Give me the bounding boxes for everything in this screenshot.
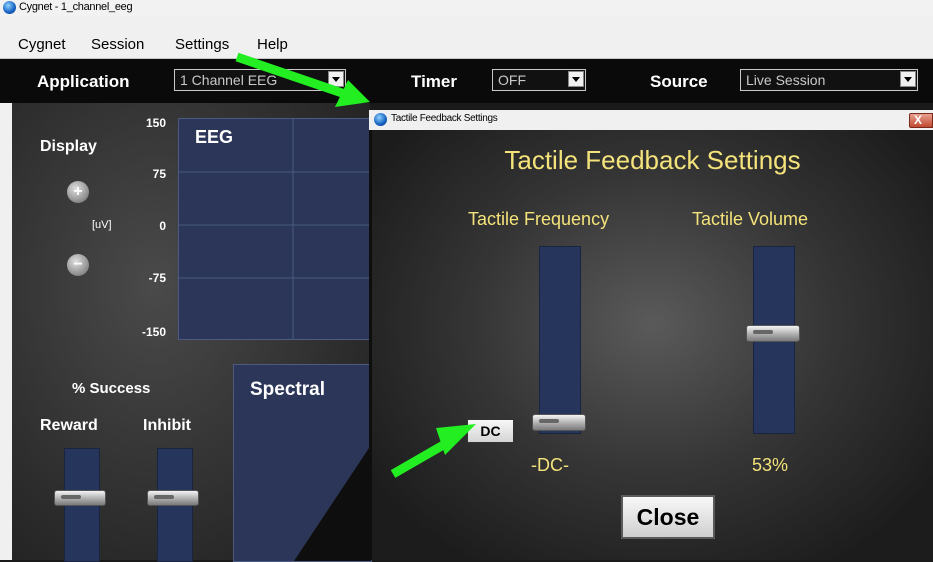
application-select-value: 1 Channel EEG bbox=[180, 72, 278, 88]
eeg-plot: EEG bbox=[178, 118, 372, 340]
window-title: Cygnet - 1_channel_eeg bbox=[19, 1, 133, 13]
volume-slider-thumb[interactable] bbox=[746, 325, 800, 343]
inhibit-label: Inhibit bbox=[143, 417, 191, 434]
dialog-close-icon[interactable]: X bbox=[909, 113, 933, 128]
menu-cygnet[interactable]: Cygnet bbox=[18, 36, 66, 53]
reward-label: Reward bbox=[40, 417, 98, 434]
inhibit-slider-thumb[interactable] bbox=[147, 490, 199, 506]
menu-session[interactable]: Session bbox=[91, 36, 144, 53]
source-select-value: Live Session bbox=[746, 72, 826, 88]
plus-icon: + bbox=[73, 183, 83, 200]
minus-icon: − bbox=[73, 256, 83, 273]
zoom-out-button[interactable]: − bbox=[67, 254, 89, 276]
window-left-edge bbox=[0, 103, 12, 560]
chevron-down-icon[interactable] bbox=[568, 71, 584, 87]
chevron-down-icon[interactable] bbox=[900, 71, 916, 87]
frequency-slider-track[interactable] bbox=[539, 246, 581, 434]
close-button[interactable]: Close bbox=[621, 495, 715, 539]
dialog-window-title: Tactile Feedback Settings bbox=[391, 113, 498, 124]
chevron-down-icon[interactable] bbox=[328, 71, 344, 87]
y-tick: 75 bbox=[152, 167, 166, 181]
application-select[interactable]: 1 Channel EEG bbox=[174, 69, 346, 91]
frequency-value: -DC- bbox=[531, 455, 569, 475]
dc-button[interactable]: DC bbox=[467, 419, 514, 443]
timer-label: Timer bbox=[411, 72, 457, 91]
toolbar: Application 1 Channel EEG Timer OFF Sour… bbox=[0, 59, 933, 103]
spectral-title: Spectral bbox=[250, 379, 325, 400]
window-title-bar: Cygnet - 1_channel_eeg bbox=[0, 0, 933, 16]
menu-bar: Cygnet Session Settings Help bbox=[0, 16, 933, 59]
y-tick: -75 bbox=[148, 271, 166, 285]
eeg-grid bbox=[179, 119, 371, 339]
application-label: Application bbox=[37, 72, 130, 91]
frequency-label: Tactile Frequency bbox=[468, 209, 610, 229]
timer-select[interactable]: OFF bbox=[492, 69, 586, 91]
app-globe-icon bbox=[3, 1, 16, 14]
reward-slider-thumb[interactable] bbox=[54, 490, 106, 506]
menu-help[interactable]: Help bbox=[257, 36, 288, 53]
display-label: Display bbox=[40, 138, 97, 155]
dialog-heading: Tactile Feedback Settings bbox=[504, 145, 801, 175]
y-unit-label: [uV] bbox=[92, 219, 112, 231]
eeg-title: EEG bbox=[195, 127, 234, 147]
app-globe-icon bbox=[374, 113, 387, 126]
frequency-slider-thumb[interactable] bbox=[532, 414, 586, 431]
zoom-in-button[interactable]: + bbox=[67, 181, 89, 203]
timer-select-value: OFF bbox=[498, 72, 526, 88]
volume-value: 53% bbox=[752, 455, 789, 475]
dialog-title-bar: Tactile Feedback Settings X bbox=[369, 110, 933, 130]
y-tick: 150 bbox=[145, 116, 166, 130]
menu-settings[interactable]: Settings bbox=[175, 36, 229, 53]
source-select[interactable]: Live Session bbox=[740, 69, 918, 91]
volume-label: Tactile Volume bbox=[692, 209, 809, 229]
y-tick: 0 bbox=[159, 219, 166, 233]
spectral-plot: Spectral bbox=[233, 364, 372, 562]
success-label: % Success bbox=[72, 380, 151, 397]
y-tick: -150 bbox=[141, 325, 166, 339]
source-label: Source bbox=[650, 72, 708, 91]
